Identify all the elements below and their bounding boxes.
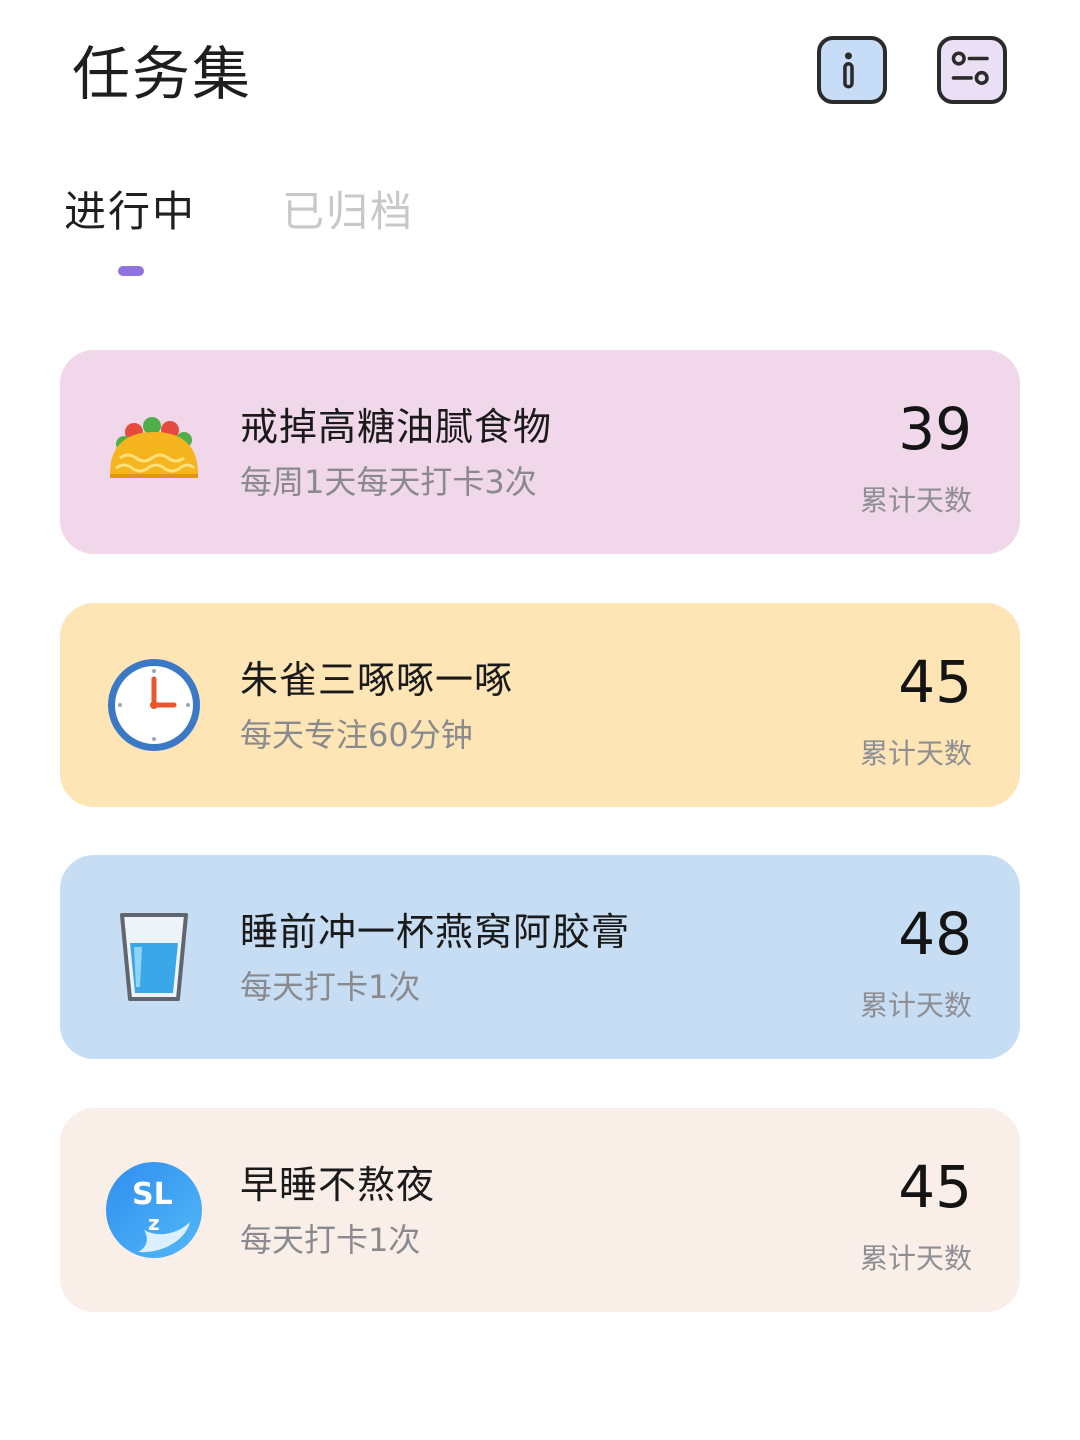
water-glass-icon bbox=[104, 907, 204, 1007]
task-day-count: 45 bbox=[898, 648, 972, 716]
task-day-count-label: 累计天数 bbox=[859, 1242, 972, 1275]
taco-icon bbox=[104, 402, 204, 502]
sleep-icon-text: SL bbox=[132, 1177, 173, 1212]
task-day-count: 45 bbox=[898, 1153, 972, 1221]
toggle-settings-icon bbox=[951, 51, 989, 85]
task-frequency: 每天打卡1次 bbox=[240, 1221, 421, 1259]
active-tab-indicator bbox=[118, 266, 144, 276]
info-icon bbox=[843, 52, 854, 89]
task-day-count-label: 累计天数 bbox=[859, 484, 972, 517]
task-name: 戒掉高糖油腻食物 bbox=[240, 405, 553, 449]
task-name: 早睡不熬夜 bbox=[240, 1163, 436, 1207]
clock-icon bbox=[104, 655, 204, 755]
sleep-icon-subtext: z bbox=[148, 1211, 160, 1235]
task-card[interactable]: 睡前冲一杯燕窝阿胶膏 每天打卡1次 48 累计天数 bbox=[60, 855, 1020, 1059]
tab-archived[interactable]: 已归档 bbox=[282, 184, 414, 240]
settings-button[interactable] bbox=[937, 36, 1007, 104]
tab-in-progress[interactable]: 进行中 bbox=[64, 184, 196, 240]
sleep-moon-icon: SL z bbox=[104, 1160, 204, 1260]
task-name: 朱雀三啄啄一啄 bbox=[240, 658, 514, 702]
page-title: 任务集 bbox=[72, 40, 253, 108]
task-day-count-label: 累计天数 bbox=[859, 989, 972, 1022]
task-day-count: 39 bbox=[898, 395, 972, 463]
task-frequency: 每天专注60分钟 bbox=[240, 716, 473, 754]
task-day-count-label: 累计天数 bbox=[859, 737, 972, 770]
info-button[interactable] bbox=[817, 36, 887, 104]
task-card[interactable]: SL z 早睡不熬夜 每天打卡1次 45 累计天数 bbox=[60, 1108, 1020, 1312]
task-name: 睡前冲一杯燕窝阿胶膏 bbox=[240, 910, 631, 954]
task-card[interactable]: 戒掉高糖油腻食物 每周1天每天打卡3次 39 累计天数 bbox=[60, 350, 1020, 554]
task-collection-page: 任务集 进行中 已归档 戒掉高糖油腻食物 每周1天每天打卡3次 39 累计天数 … bbox=[0, 0, 1080, 1440]
task-card[interactable]: 朱雀三啄啄一啄 每天专注60分钟 45 累计天数 bbox=[60, 603, 1020, 807]
task-day-count: 48 bbox=[898, 900, 972, 968]
task-frequency: 每周1天每天打卡3次 bbox=[240, 463, 537, 501]
task-frequency: 每天打卡1次 bbox=[240, 968, 421, 1006]
